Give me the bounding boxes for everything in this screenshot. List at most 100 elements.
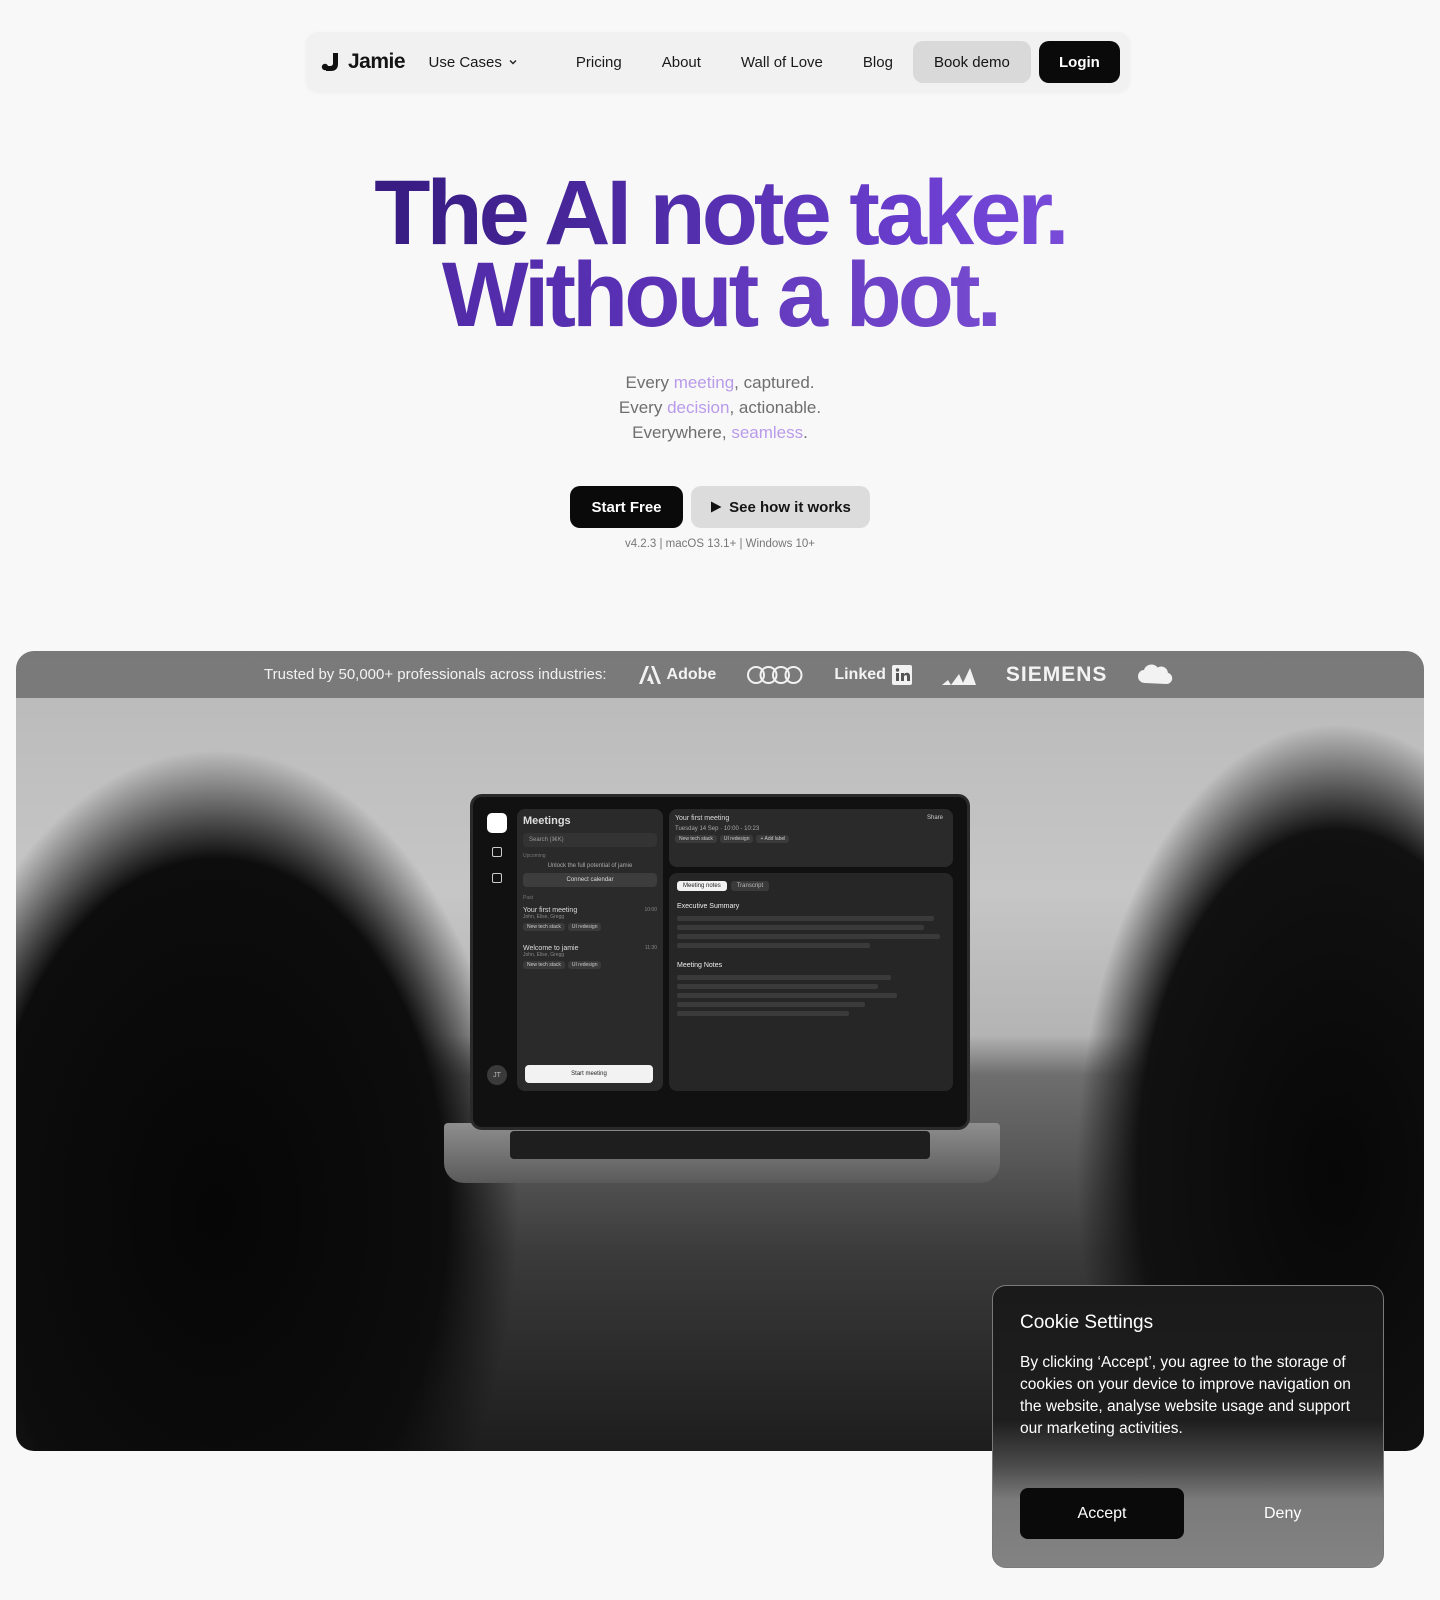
cookie-banner: Cookie Settings By clicking ‘Accept’, yo… [992, 1285, 1384, 1568]
sub1-pre: Every [625, 373, 674, 392]
text-placeholder [677, 934, 940, 939]
add-label: + Add label [756, 835, 790, 843]
brand-logo[interactable]: Jamie [320, 50, 421, 74]
adobe-logo: Adobe [638, 665, 717, 684]
tag: New tech stack [523, 961, 565, 969]
adobe-label: Adobe [666, 665, 717, 683]
subtitle-line-3: Everywhere, seamless. [0, 420, 1440, 445]
laptop-screen: JT Meetings Search (⌘K) Upcoming Unlock … [470, 794, 970, 1130]
trust-text: Trusted by 50,000+ professionals across … [264, 666, 607, 683]
detail-time: 10:00 - 10:23 [723, 826, 760, 832]
text-placeholder [677, 943, 870, 948]
upcoming-label: Upcoming [523, 853, 546, 859]
detail-tags: New tech stack UI redesign + Add label [675, 835, 947, 843]
text-placeholder [677, 1011, 849, 1016]
tag: UI redesign [567, 923, 602, 931]
book-demo-button[interactable]: Book demo [912, 41, 1031, 83]
tag: UI redesign [719, 835, 754, 843]
accept-button[interactable]: Accept [1020, 1488, 1184, 1539]
text-placeholder [677, 993, 897, 998]
past-label: Past [523, 895, 534, 901]
notes-tabs: Meeting notes Transcript [677, 881, 945, 891]
detail-title: Your first meeting [675, 815, 730, 822]
hero-subtitle: Every meeting, captured. Every decision,… [0, 370, 1440, 445]
nav-links: Use Cases Pricing About Wall of Love Blo… [421, 54, 913, 71]
tag: New tech stack [523, 923, 565, 931]
version-info: v4.2.3 | macOS 13.1+ | Windows 10+ [624, 538, 816, 550]
meeting-time: 10:00 [644, 907, 657, 913]
meetings-search: Search (⌘K) [523, 833, 657, 847]
sub1-highlight: meeting [673, 373, 735, 392]
play-icon [711, 501, 722, 513]
meeting-item: Your first meeting 10:00 John, Elise, Gr… [523, 907, 657, 931]
avatar: JT [487, 1065, 507, 1085]
hero-title: The AI note taker. Without a bot. [0, 167, 1440, 341]
nav-about[interactable]: About [642, 54, 721, 71]
cookie-title: Cookie Settings [1020, 1312, 1154, 1333]
text-placeholder [677, 1002, 865, 1007]
calendar-icon [492, 847, 502, 857]
audi-logo [746, 665, 804, 685]
unlock-text: Unlock the full potential of jamie [547, 863, 633, 869]
text-placeholder [677, 984, 878, 989]
nav-use-cases[interactable]: Use Cases [421, 54, 538, 71]
nav-use-cases-label: Use Cases [428, 53, 502, 71]
see-how-it-works-button[interactable]: See how it works [691, 486, 870, 528]
share-label: Share [926, 815, 943, 821]
chevron-down-icon [509, 60, 517, 65]
login-button[interactable]: Login [1038, 41, 1120, 83]
text-placeholder [677, 975, 892, 980]
laptop-keyboard [510, 1131, 930, 1159]
see-how-label: See how it works [729, 498, 851, 516]
hero-title-line-1: The AI note taker. [0, 167, 1440, 259]
meeting-people: John, Elise, Gregg [523, 952, 565, 958]
linkedin-label: Linked [834, 665, 886, 683]
nav-wall-of-love[interactable]: Wall of Love [721, 54, 843, 71]
jamie-logo-icon [321, 53, 338, 71]
app-logo-icon [487, 813, 507, 833]
hero-cta: Start Free See how it works [570, 486, 870, 528]
subtitle-line-1: Every meeting, captured. [0, 370, 1440, 395]
tag: New tech stack [675, 835, 717, 843]
top-nav: Jamie Use Cases Pricing About Wall of Lo… [306, 32, 1130, 92]
exec-summary-heading: Executive Summary [677, 903, 740, 910]
cookie-body: By clicking ‘Accept’, you agree to the s… [1020, 1354, 1351, 1437]
trust-bar: Trusted by 50,000+ professionals across … [16, 651, 1424, 698]
meeting-item: Welcome to jamie 11:30 John, Elise, Greg… [523, 945, 657, 969]
adobe-icon [638, 665, 661, 684]
cookie-actions: Accept Deny [1020, 1488, 1301, 1539]
nav-blog[interactable]: Blog [843, 54, 913, 71]
adidas-logo [941, 665, 976, 685]
meeting-tags: New tech stack UI redesign [523, 961, 657, 969]
linkedin-in-icon [891, 664, 912, 685]
salesforce-cloud-icon [1138, 664, 1173, 684]
start-free-button[interactable]: Start Free [570, 486, 683, 528]
meeting-title: Welcome to jamie [523, 945, 579, 952]
brand-name: Jamie [348, 50, 406, 73]
salesforce-logo [1137, 663, 1173, 687]
tag: UI redesign [567, 961, 602, 969]
sub3-post: . [803, 423, 808, 442]
subtitle-line-2: Every decision, actionable. [0, 395, 1440, 420]
nav-pricing[interactable]: Pricing [538, 54, 642, 71]
sub3-highlight: seamless [731, 423, 804, 442]
audi-rings-icon [747, 665, 803, 684]
hero-title-line-2: Without a bot. [0, 249, 1440, 341]
meeting-time: 11:30 [644, 945, 657, 951]
meetings-title: Meetings [523, 815, 571, 827]
detail-date: Tuesday 14 Sep [675, 826, 719, 832]
meeting-people: John, Elise, Gregg [523, 914, 565, 920]
sparkle-icon [492, 873, 502, 883]
sub2-pre: Every [618, 398, 668, 417]
meeting-tags: New tech stack UI redesign [523, 923, 657, 931]
meetings-pane: Meetings Search (⌘K) Upcoming Unlock the… [517, 809, 663, 1091]
deny-button[interactable]: Deny [1264, 1505, 1301, 1523]
sub2-highlight: decision [667, 398, 730, 417]
connect-calendar: Connect calendar [523, 873, 657, 887]
siemens-logo: SIEMENS [1005, 662, 1108, 686]
start-meeting-button: Start meeting [525, 1065, 653, 1083]
sub1-post: , captured. [734, 373, 815, 392]
meeting-notes-heading: Meeting Notes [677, 962, 723, 969]
adidas-stripes-icon [941, 667, 976, 685]
app-rail: JT [485, 809, 509, 1109]
